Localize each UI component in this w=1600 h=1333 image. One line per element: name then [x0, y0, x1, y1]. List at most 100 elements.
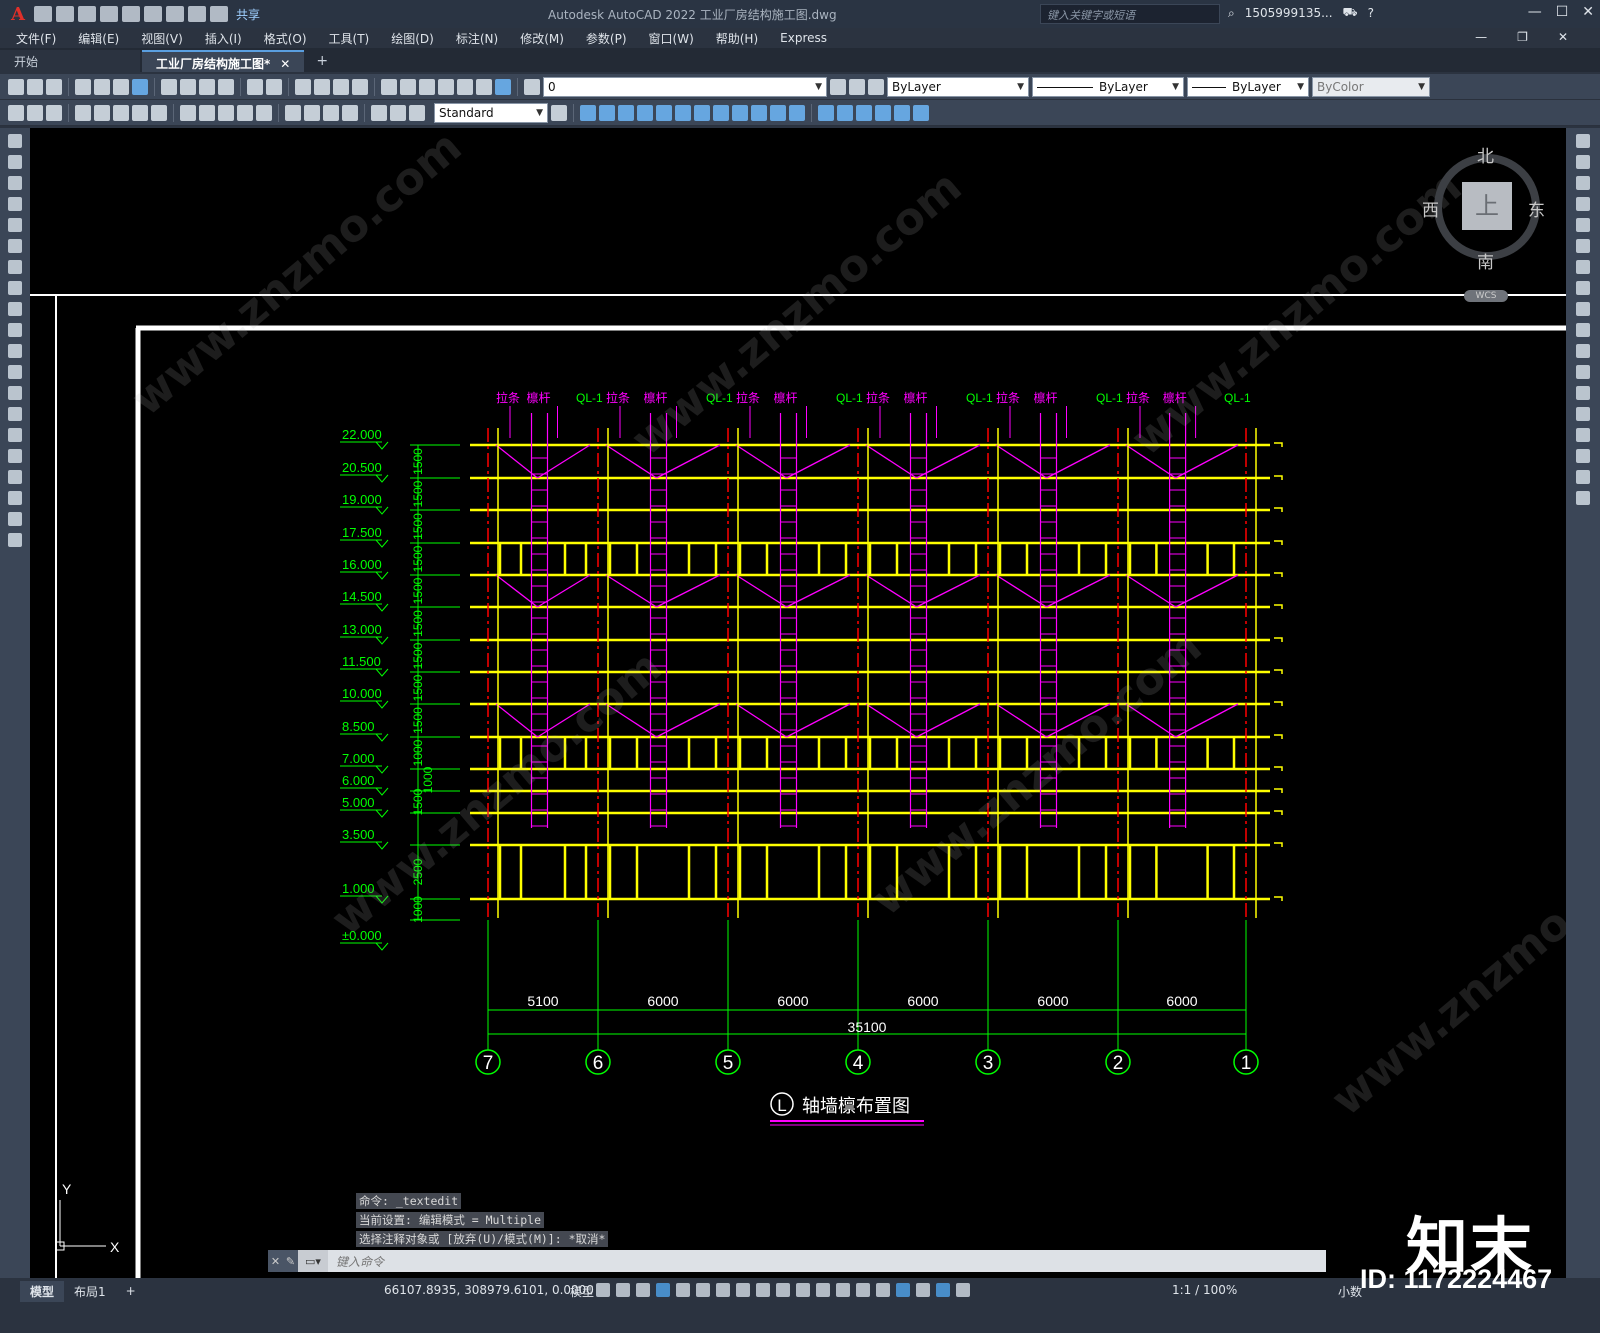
move-icon[interactable] [1576, 239, 1590, 253]
tab-model[interactable]: 模型 [20, 1280, 65, 1302]
command-grip[interactable]: ✕ ✎ [268, 1250, 298, 1272]
erase-icon[interactable] [1576, 134, 1590, 148]
doc-restore-icon[interactable]: ❐ [1517, 30, 1528, 44]
dim-continue-icon[interactable] [218, 104, 234, 121]
dim-text-edit-icon[interactable] [390, 104, 406, 121]
section-icon[interactable] [713, 104, 729, 121]
separate-icon[interactable] [875, 104, 891, 121]
menu-draw[interactable]: 绘图(D) [391, 30, 434, 47]
share-button[interactable]: 共享 [236, 6, 260, 23]
circle-icon[interactable] [8, 260, 22, 274]
save-icon[interactable] [78, 6, 96, 22]
subtract-icon[interactable] [618, 104, 634, 121]
polar-icon[interactable] [696, 1283, 710, 1297]
dynamic-input-icon[interactable] [656, 1283, 670, 1297]
layer-properties-icon[interactable] [524, 78, 540, 95]
insert-block-icon[interactable] [8, 365, 22, 379]
center-mark-icon[interactable] [304, 104, 320, 121]
doc-minimize-icon[interactable]: — [1475, 30, 1487, 44]
object-snap-icon[interactable] [756, 1283, 770, 1297]
make-block-icon[interactable] [8, 386, 22, 400]
compass-north[interactable]: 北 [1477, 142, 1494, 167]
close-tab-icon[interactable]: ✕ [280, 57, 290, 71]
units-display[interactable]: 小数 [1338, 1283, 1362, 1300]
menu-dimension[interactable]: 标注(N) [456, 30, 498, 47]
check-icon[interactable] [913, 104, 929, 121]
zoom-previous-icon[interactable] [352, 78, 368, 95]
dim-aligned-icon[interactable] [27, 104, 43, 121]
break-icon[interactable] [1576, 386, 1590, 400]
join-icon[interactable] [1576, 407, 1590, 421]
model-space-toggle[interactable]: 模型 [570, 1283, 594, 1300]
menu-express[interactable]: Express [780, 31, 827, 45]
save-web-icon[interactable] [144, 6, 162, 22]
revolve-icon[interactable] [656, 104, 672, 121]
preview-icon[interactable] [94, 78, 110, 95]
zoom-realtime-icon[interactable] [314, 78, 330, 95]
menu-insert[interactable]: 插入(I) [205, 30, 242, 47]
copy-object-icon[interactable] [1576, 155, 1590, 169]
properties-icon[interactable] [381, 78, 397, 95]
revision-cloud-icon[interactable] [8, 281, 22, 295]
interfere-icon[interactable] [694, 104, 710, 121]
object-snap-tracking-icon[interactable] [736, 1283, 750, 1297]
shell-icon[interactable] [789, 104, 805, 121]
region-icon[interactable] [8, 470, 22, 484]
hatch-icon[interactable] [8, 428, 22, 442]
customize-icon[interactable]: ✎ [286, 1255, 295, 1268]
drawing-canvas[interactable]: www.znzmo.com www.znzmo.com www.znzmo.co… [30, 128, 1566, 1278]
solid-edit-icon[interactable] [818, 104, 834, 121]
autocad-logo-icon[interactable]: A [6, 4, 30, 25]
dim-edit-icon[interactable] [371, 104, 387, 121]
break-at-point-icon[interactable] [1576, 365, 1590, 379]
save-as-icon[interactable] [100, 6, 118, 22]
search-input[interactable]: 键入关键字或短语 [1040, 4, 1220, 24]
user-name[interactable]: 1505999135... [1245, 6, 1333, 20]
viewcube-top-face[interactable]: 上 [1462, 182, 1512, 230]
layer-previous-icon[interactable] [849, 78, 865, 95]
snap-icon[interactable] [616, 1283, 630, 1297]
annotation-scale-icon[interactable] [956, 1283, 970, 1297]
pan-icon[interactable] [295, 78, 311, 95]
extend-icon[interactable] [1576, 344, 1590, 358]
explode-icon[interactable] [1576, 491, 1590, 505]
dim-space-icon[interactable] [237, 104, 253, 121]
paste-icon[interactable] [199, 78, 215, 95]
arc-icon[interactable] [8, 239, 22, 253]
isodraft-icon[interactable] [716, 1283, 730, 1297]
open-web-icon[interactable] [122, 6, 140, 22]
ellipse-icon[interactable] [8, 323, 22, 337]
dim-arc-icon[interactable] [46, 104, 62, 121]
layer-dropdown[interactable]: 0 ▼ [543, 76, 827, 97]
chamfer-edge-icon[interactable] [856, 104, 872, 121]
dim-style-icon[interactable] [551, 104, 567, 121]
point-icon[interactable] [8, 407, 22, 421]
tolerance-icon[interactable] [285, 104, 301, 121]
zoom-window-icon[interactable] [333, 78, 349, 95]
undo-icon[interactable] [188, 6, 206, 22]
menu-file[interactable]: 文件(F) [16, 30, 56, 47]
polygon-icon[interactable] [8, 197, 22, 211]
3d-print-icon[interactable] [132, 78, 148, 95]
extrude-icon[interactable] [637, 104, 653, 121]
fillet-edge-icon[interactable] [837, 104, 853, 121]
new-icon[interactable] [8, 78, 24, 95]
publish-icon[interactable] [113, 78, 129, 95]
extract-edges-icon[interactable] [751, 104, 767, 121]
save-icon[interactable] [46, 78, 62, 95]
table-icon[interactable] [8, 491, 22, 505]
infer-icon[interactable] [636, 1283, 650, 1297]
dim-jogged-icon[interactable] [113, 104, 129, 121]
clean-icon[interactable] [894, 104, 910, 121]
gizmo-icon[interactable] [896, 1283, 910, 1297]
help-icon[interactable]: ? [1368, 6, 1374, 20]
jogged-linear-icon[interactable] [342, 104, 358, 121]
doc-close-icon[interactable]: ✕ [1558, 30, 1568, 44]
menu-format[interactable]: 格式(O) [264, 30, 307, 47]
dynamic-ucs-icon[interactable] [856, 1283, 870, 1297]
compass-south[interactable]: 南 [1477, 248, 1494, 273]
dim-radius-icon[interactable] [94, 104, 110, 121]
polyline-icon[interactable] [8, 176, 22, 190]
ortho-icon[interactable] [676, 1283, 690, 1297]
offset-icon[interactable] [1576, 197, 1590, 211]
